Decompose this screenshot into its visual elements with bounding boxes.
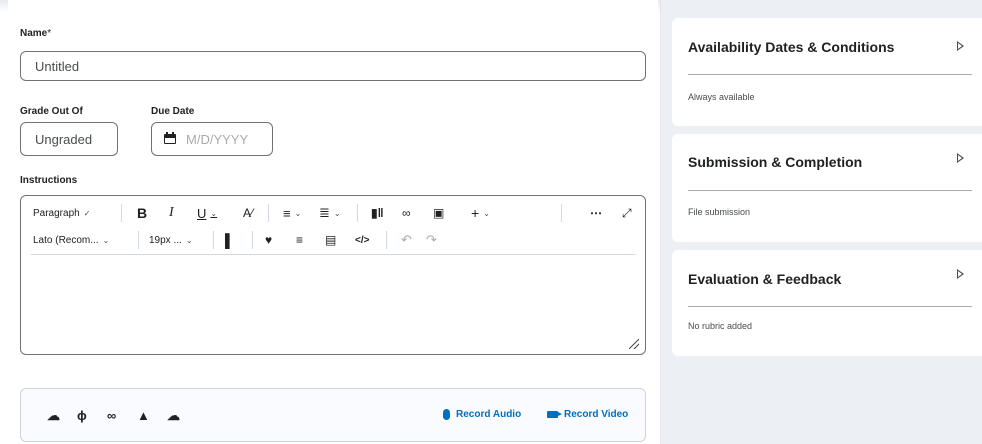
card-divider [688,74,972,75]
italic-icon[interactable]: I [169,205,174,221]
redo-icon[interactable]: ↷ [426,232,437,248]
insert-stuff-icon[interactable]: ▮‖ [371,206,384,220]
evaluation-feedback-card[interactable]: Evaluation & Feedback No rubric added [672,250,982,356]
card-summary: No rubric added [688,321,753,331]
toolbar-divider [121,204,122,222]
microphone-icon [443,409,450,420]
instructions-label: Instructions [20,175,78,186]
expand-arrow-icon[interactable] [957,41,964,51]
calendar-icon [164,132,176,144]
fullscreen-icon[interactable]: ⤢ [622,206,632,221]
toolbar-divider [386,231,387,249]
undo-icon[interactable]: ↶ [401,232,412,248]
instructions-editor[interactable]: Paragraph ✓ B I U ⌄ A⁄ ≡ ⌄ ≣ ⌄ ▮‖ ∞ ▣ + ⌄ ⋯ ⤢… [20,195,646,355]
chevron-down-icon: ✓ [83,208,91,218]
chevron-down-icon: ⌄ [102,235,110,245]
chevron-down-icon: ⌄ [210,208,218,218]
editor-toolbar-divider [31,254,635,255]
record-video-label: Record Video [564,409,629,420]
record-audio-label: Record Audio [456,409,522,420]
link-icon[interactable]: ∞ [107,408,116,423]
paragraph-format-select[interactable]: Paragraph ✓ [33,208,90,219]
name-label: Name* [20,28,52,39]
expand-arrow-icon[interactable] [957,269,964,279]
toolbar-divider [268,204,269,222]
toolbar-divider [138,231,139,249]
card-title: Availability Dates & Conditions [688,39,895,55]
quicklink-icon[interactable]: ϕ [77,408,87,423]
paragraph-format-label: Paragraph [33,207,80,219]
grade-out-of-button[interactable]: Ungraded [20,122,118,156]
assignment-form: Name* Untitled Grade Out Of Due Date Ung… [8,0,658,444]
image-icon[interactable]: ▣ [433,206,444,220]
word-count-icon[interactable]: ≡ [296,233,303,247]
upload-icon[interactable]: ☁ [47,408,60,424]
record-video-button[interactable]: Record Video [547,409,628,420]
chevron-down-icon: ⌄ [333,208,341,218]
availability-card[interactable]: Availability Dates & Conditions Always a… [672,18,982,126]
chevron-down-icon: ⌄ [483,208,490,218]
font-family-select[interactable]: Lato (Recom... ⌄ [33,235,109,246]
toolbar-divider [561,204,562,222]
more-icon[interactable]: ⋯ [590,206,602,220]
preview-icon[interactable]: ▤ [325,233,336,247]
font-family-label: Lato (Recom... [33,234,99,246]
bold-icon[interactable]: B [137,205,147,221]
grade-out-of-label: Grade Out Of [20,106,83,117]
font-size-label: 19px ... [149,234,182,246]
chevron-down-icon: ⌄ [185,235,193,245]
expand-arrow-icon[interactable] [957,153,964,163]
align-icon[interactable]: ≡ ⌄ [283,206,301,221]
chevron-down-icon: ⌄ [294,208,302,218]
insert-icon[interactable]: + ⌄ [471,205,490,221]
due-date-placeholder: M/D/YYYY [186,131,249,147]
card-divider [688,306,972,307]
due-date-label: Due Date [151,106,195,117]
underline-icon[interactable]: U ⌄ [197,206,217,221]
link-icon[interactable]: ∞ [402,206,411,220]
google-drive-icon[interactable]: ▲ [137,408,150,423]
required-marker: * [47,28,52,39]
list-icon[interactable]: ≣ ⌄ [319,205,341,221]
text-color-icon[interactable]: A⁄ [243,206,253,220]
source-code-icon[interactable]: </> [355,235,369,246]
font-size-select[interactable]: 19px ... ⌄ [149,235,193,246]
toolbar-divider [357,204,358,222]
settings-panel: Availability Dates & Conditions Always a… [660,0,982,444]
card-summary: Always available [688,92,755,102]
attachments-bar: ☁ ϕ ∞ ▲ ☁ Record Audio Record Video [20,388,646,442]
card-title: Evaluation & Feedback [688,271,842,287]
due-date-input[interactable]: M/D/YYYY [151,122,273,156]
video-camera-icon [547,411,562,418]
onedrive-icon[interactable]: ☁ [167,408,180,424]
toolbar-divider [213,231,214,249]
resize-handle-icon[interactable] [629,339,639,349]
toolbar-row-1: Paragraph ✓ B I U ⌄ A⁄ ≡ ⌄ ≣ ⌄ ▮‖ ∞ ▣ + ⌄ ⋯ ⤢ [21,201,645,225]
toolbar-row-2: Lato (Recom... ⌄ 19px ... ⌄ ▌ ♥ ≡ ▤ </> ↶ … [21,228,645,252]
card-title: Submission & Completion [688,154,863,170]
card-summary: File submission [688,207,751,217]
accessibility-checker-icon[interactable]: ♥ [265,233,272,247]
format-painter-icon[interactable]: ▌ [225,233,234,248]
record-audio-button[interactable]: Record Audio [443,409,521,420]
toolbar-divider [252,231,253,249]
submission-completion-card[interactable]: Submission & Completion File submission [672,134,982,242]
name-input[interactable]: Untitled [20,51,646,81]
card-divider [688,190,972,191]
